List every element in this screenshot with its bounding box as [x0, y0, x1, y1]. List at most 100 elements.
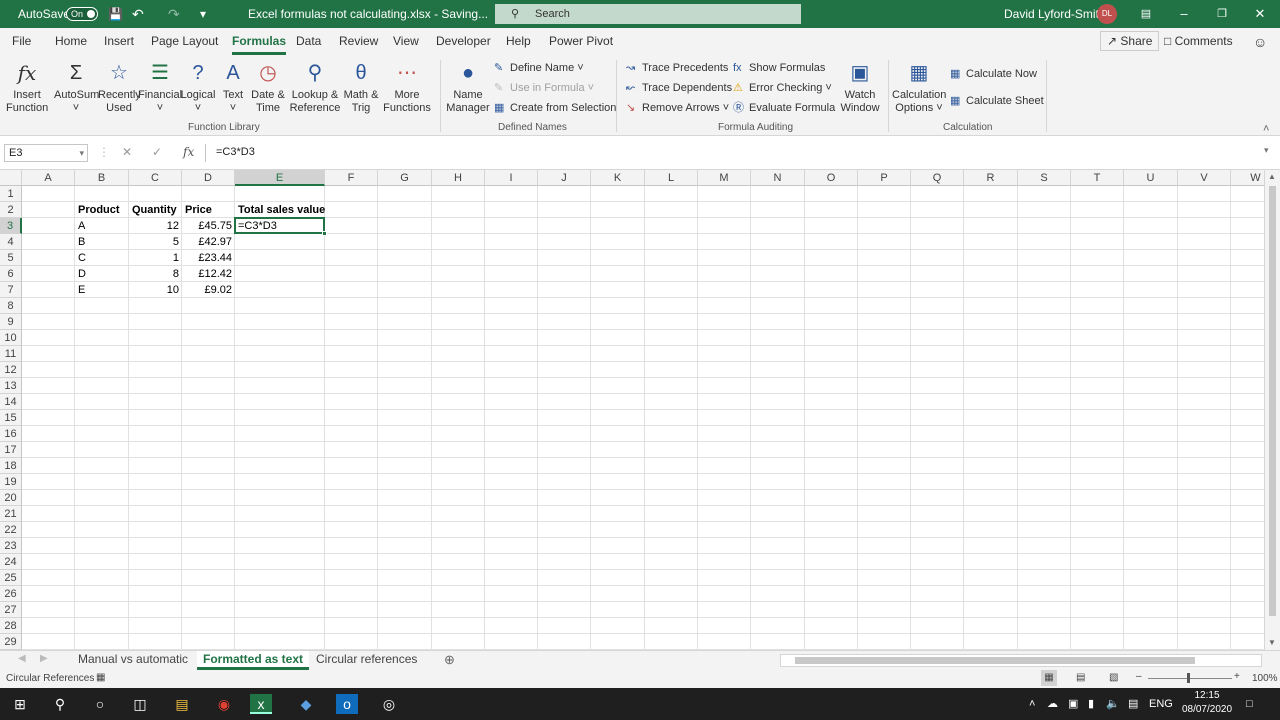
row-header-7[interactable]: 7	[0, 282, 22, 298]
column-header-d[interactable]: D	[182, 170, 235, 186]
row-header-15[interactable]: 15	[0, 410, 22, 426]
table-cell-product[interactable]: A	[75, 218, 129, 234]
formula-input[interactable]: =C3*D3	[205, 144, 1275, 162]
select-all-button[interactable]	[0, 170, 22, 186]
network-icon[interactable]: ▤	[1128, 688, 1138, 720]
row-header-19[interactable]: 19	[0, 474, 22, 490]
task-view-icon[interactable]: ◫	[129, 694, 151, 714]
table-cell-price[interactable]: £12.42	[182, 266, 235, 282]
insert-function-button[interactable]: fx Insert Function	[6, 60, 48, 115]
ribbon-display-icon[interactable]: ▤	[1131, 0, 1161, 28]
sheet-tab-manual-vs-automatic[interactable]: Manual vs automatic	[72, 651, 194, 670]
calculate-sheet-button[interactable]: ▦ Calculate Sheet	[950, 94, 1044, 108]
column-header-n[interactable]: N	[751, 170, 805, 186]
chrome-icon[interactable]: ◉	[213, 694, 235, 714]
row-header-1[interactable]: 1	[0, 186, 22, 202]
row-header-14[interactable]: 14	[0, 394, 22, 410]
row-header-28[interactable]: 28	[0, 618, 22, 634]
define-name-button[interactable]: ✎ Define Name ˅	[494, 61, 584, 75]
table-cell-price[interactable]: £23.44	[182, 250, 235, 266]
tab-view[interactable]: View	[393, 34, 419, 48]
search-icon[interactable]: ⚲	[49, 694, 71, 714]
column-header-s[interactable]: S	[1018, 170, 1071, 186]
header-cell-total[interactable]: Total sales value	[235, 202, 329, 218]
horizontal-scrollbar[interactable]	[780, 654, 1262, 667]
column-header-k[interactable]: K	[591, 170, 645, 186]
save-icon[interactable]: 💾	[108, 0, 123, 28]
expand-formula-bar-icon[interactable]: ▾	[1264, 145, 1269, 156]
evaluate-formula-button[interactable]: Ⓡ Evaluate Formula	[733, 101, 835, 115]
header-cell-quantity[interactable]: Quantity	[129, 202, 182, 218]
clock[interactable]: 12:15 08/07/2020	[1176, 689, 1238, 717]
column-header-v[interactable]: V	[1178, 170, 1231, 186]
tab-insert[interactable]: Insert	[104, 34, 134, 48]
trace-dependents-button[interactable]: ↜ Trace Dependents	[626, 81, 732, 95]
text-button[interactable]: A Text ˅	[218, 60, 248, 115]
column-header-r[interactable]: R	[964, 170, 1018, 186]
row-header-8[interactable]: 8	[0, 298, 22, 314]
tray-app-icon[interactable]: ▣	[1068, 688, 1078, 720]
table-cell-product[interactable]: C	[75, 250, 129, 266]
column-header-p[interactable]: P	[858, 170, 911, 186]
table-cell-price[interactable]: £45.75	[182, 218, 235, 234]
tab-review[interactable]: Review	[339, 34, 378, 48]
scroll-up-icon[interactable]: ▲	[1268, 172, 1276, 181]
column-header-h[interactable]: H	[432, 170, 485, 186]
table-cell-product[interactable]: E	[75, 282, 129, 298]
column-header-u[interactable]: U	[1124, 170, 1178, 186]
table-cell-quantity[interactable]: 5	[129, 234, 182, 250]
row-header-21[interactable]: 21	[0, 506, 22, 522]
column-header-e[interactable]: E	[235, 170, 325, 186]
windows-start-icon[interactable]: ⊞	[9, 694, 31, 714]
table-cell-quantity[interactable]: 10	[129, 282, 182, 298]
excel-icon[interactable]: x	[250, 694, 272, 714]
header-cell-price[interactable]: Price	[182, 202, 235, 218]
enter-icon[interactable]: ✓	[152, 145, 162, 159]
search-box[interactable]: ⚲ Search	[495, 4, 801, 24]
comments-button[interactable]: □ Comments	[1164, 34, 1233, 48]
page-layout-view-icon[interactable]: ▤	[1076, 672, 1085, 683]
table-cell-product[interactable]: D	[75, 266, 129, 282]
row-header-6[interactable]: 6	[0, 266, 22, 282]
watch-window-button[interactable]: ▣ Watch Window	[838, 60, 882, 115]
column-header-c[interactable]: C	[129, 170, 182, 186]
customize-qat-icon[interactable]: ▾	[200, 0, 206, 28]
smiley-icon[interactable]: ☺	[1253, 34, 1267, 50]
tray-chevron-icon[interactable]: ˄	[1029, 688, 1035, 720]
row-header-16[interactable]: 16	[0, 426, 22, 442]
row-header-2[interactable]: 2	[0, 202, 22, 218]
autosum-button[interactable]: Σ AutoSum ˅	[54, 60, 99, 115]
outlook-icon[interactable]: o	[336, 694, 358, 714]
selected-cell[interactable]	[234, 217, 325, 234]
table-cell-quantity[interactable]: 1	[129, 250, 182, 266]
scroll-thumb[interactable]	[795, 657, 1195, 664]
row-header-25[interactable]: 25	[0, 570, 22, 586]
column-header-b[interactable]: B	[75, 170, 129, 186]
column-header-j[interactable]: J	[538, 170, 591, 186]
document-title[interactable]: Excel formulas not calculating.xlsx - Sa…	[248, 0, 488, 28]
redo-icon[interactable]: ↷	[168, 0, 180, 28]
row-header-22[interactable]: 22	[0, 522, 22, 538]
remove-arrows-button[interactable]: ↘ Remove Arrows ˅	[626, 101, 729, 115]
collapse-ribbon-icon[interactable]: ˄	[1263, 122, 1269, 136]
autosave-toggle[interactable]: On	[66, 7, 98, 21]
row-header-20[interactable]: 20	[0, 490, 22, 506]
math-trig-button[interactable]: θ Math & Trig	[342, 60, 380, 115]
language-indicator[interactable]: ENG	[1149, 688, 1173, 720]
error-checking-button[interactable]: ⚠ Error Checking ˅	[733, 81, 832, 95]
tab-file[interactable]: File	[12, 34, 31, 48]
cortana-icon[interactable]: ○	[89, 694, 111, 714]
row-header-9[interactable]: 9	[0, 314, 22, 330]
app-icon[interactable]: ◆	[295, 694, 317, 714]
file-explorer-icon[interactable]: ▤	[171, 694, 193, 714]
next-sheet-icon[interactable]: ▶	[40, 653, 48, 664]
table-cell-quantity[interactable]: 12	[129, 218, 182, 234]
notifications-icon[interactable]: □	[1246, 688, 1253, 720]
speaker-icon[interactable]: 🔈	[1106, 688, 1120, 720]
date-time-button[interactable]: ◷ Date & Time	[248, 60, 288, 115]
restore-icon[interactable]: ❐	[1207, 0, 1237, 28]
user-name[interactable]: David Lyford-Smith	[1004, 0, 1106, 28]
row-header-3[interactable]: 3	[0, 218, 22, 234]
tab-power-pivot[interactable]: Power Pivot	[549, 34, 613, 48]
close-icon[interactable]: ✕	[1245, 0, 1275, 28]
